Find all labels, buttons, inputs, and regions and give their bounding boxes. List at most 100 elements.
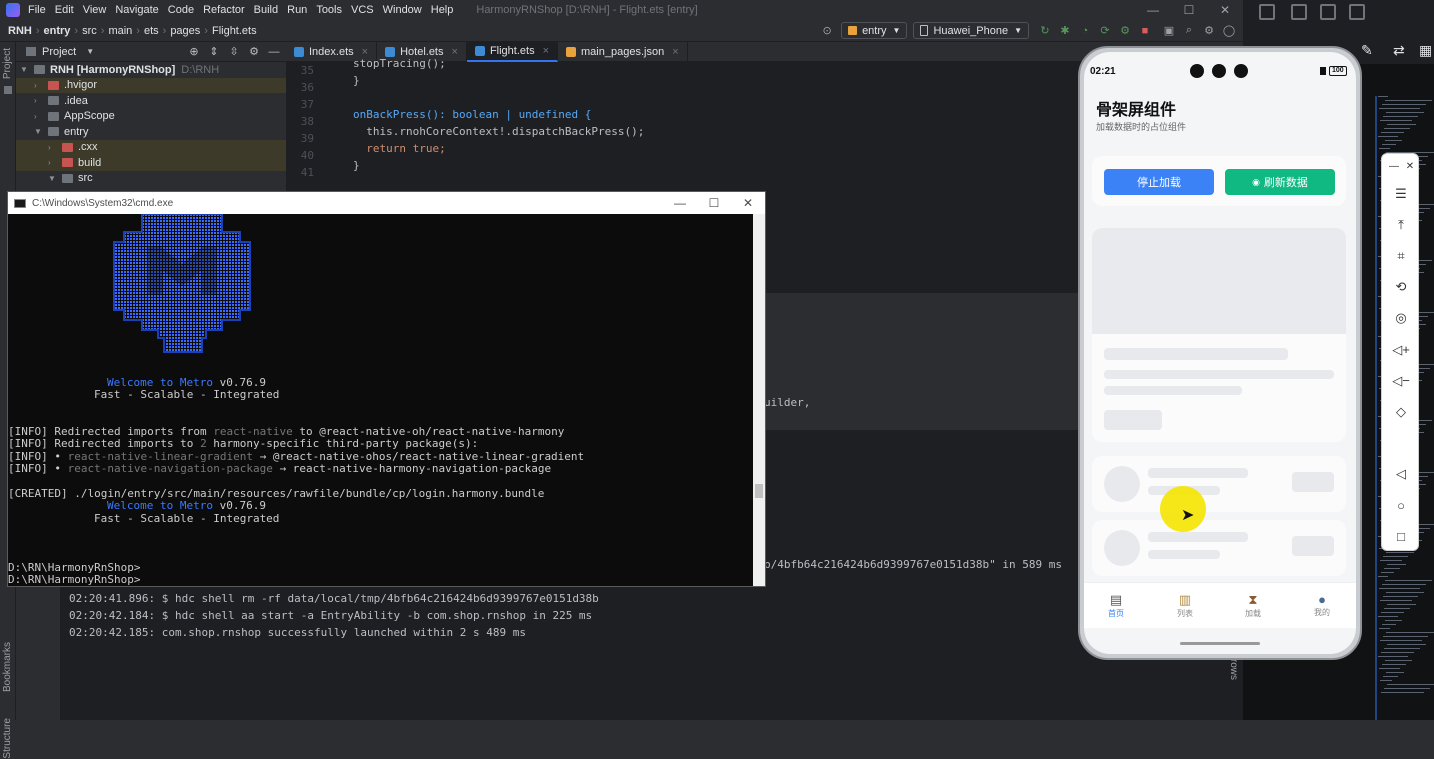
minimize-icon[interactable]: — [1135, 3, 1171, 17]
cmd-close-icon[interactable]: ✕ [731, 196, 765, 210]
close-tab-icon[interactable]: × [672, 46, 678, 58]
menu-vcs[interactable]: VCS [351, 4, 374, 16]
breadcrumb-item[interactable]: pages [170, 25, 200, 37]
breadcrumb-item[interactable]: src [82, 25, 97, 37]
bookmarks-tool-tab[interactable]: Bookmarks [2, 642, 13, 692]
nav-loading[interactable]: ⧗ 加载 [1233, 592, 1273, 619]
menu-tools[interactable]: Tools [316, 4, 342, 16]
run-config-select[interactable]: entry ▼ [841, 22, 908, 39]
line-number: 37 [300, 98, 314, 111]
layout-icon[interactable] [1259, 4, 1275, 20]
menu-icon[interactable]: ☰ [1393, 186, 1409, 202]
columns-icon[interactable] [1349, 4, 1365, 20]
cmd-window[interactable]: C:\Windows\System32\cmd.exe — ☐ ✕ Welcom… [7, 191, 766, 587]
home-icon[interactable]: ○ [1393, 497, 1409, 513]
tree-item[interactable]: › .cxx [16, 139, 286, 155]
panel-icon[interactable] [1291, 4, 1307, 20]
stop-icon[interactable]: ■ [1137, 23, 1153, 39]
chevron-icon: › [34, 96, 37, 106]
back-icon[interactable]: ◁ [1393, 466, 1409, 482]
nav-list-label: 列表 [1177, 609, 1193, 618]
tree-item[interactable]: ▼ entry [16, 124, 286, 140]
gear-icon[interactable]: ⚙ [246, 44, 262, 60]
minimize-icon[interactable]: — [1386, 158, 1402, 174]
menu-window[interactable]: Window [383, 4, 422, 16]
device-select[interactable]: Huawei_Phone ▼ [913, 22, 1029, 39]
project-tool-tab[interactable]: Project [2, 48, 13, 79]
menu-file[interactable]: File [28, 4, 46, 16]
menu-edit[interactable]: Edit [55, 4, 74, 16]
profile-icon[interactable]: ◔ [1077, 23, 1093, 39]
target-icon[interactable]: ⊙ [819, 23, 835, 39]
chevron-down-icon[interactable]: ▼ [86, 47, 94, 56]
minimap-line [1382, 664, 1406, 665]
nav-home[interactable]: ▤ 首页 [1096, 592, 1136, 619]
cmd-scrollbar[interactable] [753, 214, 765, 586]
close-icon[interactable]: ✕ [1402, 158, 1418, 174]
cmd-maximize-icon[interactable]: ☐ [697, 196, 731, 210]
debug-icon[interactable]: ✱ [1057, 23, 1073, 39]
menu-help[interactable]: Help [431, 4, 454, 16]
cmd-minimize-icon[interactable]: — [663, 196, 697, 210]
skeleton-line [1148, 532, 1248, 542]
split-icon[interactable] [1320, 4, 1336, 20]
menu-navigate[interactable]: Navigate [115, 4, 158, 16]
shake-icon[interactable]: ◇ [1393, 404, 1409, 420]
rerun-icon[interactable]: ↻ [1037, 23, 1053, 39]
breadcrumb-item[interactable]: Flight.ets [212, 25, 257, 37]
breadcrumb-item[interactable]: entry [44, 25, 71, 37]
minimap-line [1383, 596, 1418, 597]
hide-icon[interactable]: — [266, 44, 282, 60]
stop-loading-button[interactable]: 停止加载 [1104, 169, 1214, 195]
locate-icon[interactable]: ⊕ [186, 44, 202, 60]
close-tab-icon[interactable]: × [452, 46, 458, 58]
project-dropdown[interactable]: Project [42, 46, 76, 58]
rotate-icon[interactable]: ⟲ [1393, 279, 1409, 295]
cmd-scroll-thumb[interactable] [755, 484, 763, 498]
pin-top-icon[interactable]: ⤒ [1393, 217, 1409, 233]
breadcrumb-item[interactable]: RNH [8, 25, 32, 37]
menu-refactor[interactable]: Refactor [203, 4, 245, 16]
expand-all-icon[interactable]: ⇕ [206, 44, 222, 60]
menu-code[interactable]: Code [168, 4, 194, 16]
grid-icon[interactable]: ▦ [1419, 42, 1432, 59]
menu-build[interactable]: Build [254, 4, 278, 16]
breadcrumb-item[interactable]: main [108, 25, 132, 37]
nav-list[interactable]: ▥ 列表 [1165, 592, 1205, 619]
compare-icon[interactable]: ⇄ [1393, 42, 1405, 59]
sync-icon[interactable]: ⟳ [1097, 23, 1113, 39]
cmd-prompt-2[interactable]: D:\RN\HarmonyRnShop> [8, 573, 140, 586]
tree-item[interactable]: › .idea [16, 93, 286, 109]
tab-main-pages-json[interactable]: main_pages.json × [558, 41, 688, 62]
nav-profile[interactable]: ● 我的 [1302, 592, 1342, 618]
volume-down-icon[interactable]: ◁− [1392, 373, 1410, 389]
tree-item[interactable]: ▼ RNH [HarmonyRNShop] D:\RNH [16, 62, 286, 78]
pencil-icon[interactable]: ✎ [1361, 42, 1373, 59]
tree-item[interactable]: › AppScope [16, 109, 286, 125]
structure-tool-tab[interactable]: Structure [2, 718, 13, 759]
volume-up-icon[interactable]: ◁+ [1392, 342, 1410, 358]
refresh-data-button[interactable]: ◉ 刷新数据 [1225, 169, 1335, 195]
device-manager-icon[interactable]: ▣ [1161, 23, 1177, 39]
menu-run[interactable]: Run [287, 4, 307, 16]
breadcrumb-item[interactable]: ets [144, 25, 159, 37]
search-icon[interactable]: ⌕ [1181, 23, 1197, 39]
recent-apps-icon[interactable]: □ [1393, 528, 1409, 544]
tree-item[interactable]: › build [16, 155, 286, 171]
home-indicator[interactable] [1180, 642, 1260, 645]
close-icon[interactable]: ✕ [1207, 3, 1243, 17]
account-icon[interactable]: ◯ [1221, 23, 1237, 39]
location-icon[interactable]: ◎ [1393, 310, 1409, 326]
close-tab-icon[interactable]: × [543, 45, 549, 57]
maximize-icon[interactable]: ☐ [1171, 3, 1207, 17]
skeleton-list-item [1092, 520, 1346, 576]
menu-view[interactable]: View [83, 4, 107, 16]
tree-item[interactable]: › .hvigor [16, 77, 286, 93]
settings-icon[interactable]: ⚙ [1201, 23, 1217, 39]
cmd-title-bar[interactable]: C:\Windows\System32\cmd.exe — ☐ ✕ [8, 192, 765, 214]
tab-flight-ets[interactable]: Flight.ets × [466, 41, 559, 62]
attach-icon[interactable]: ⚙ [1117, 23, 1133, 39]
tree-item[interactable]: ▼ src [16, 171, 286, 187]
collapse-all-icon[interactable]: ⇳ [226, 44, 242, 60]
crop-icon[interactable]: ⌗ [1393, 248, 1409, 264]
